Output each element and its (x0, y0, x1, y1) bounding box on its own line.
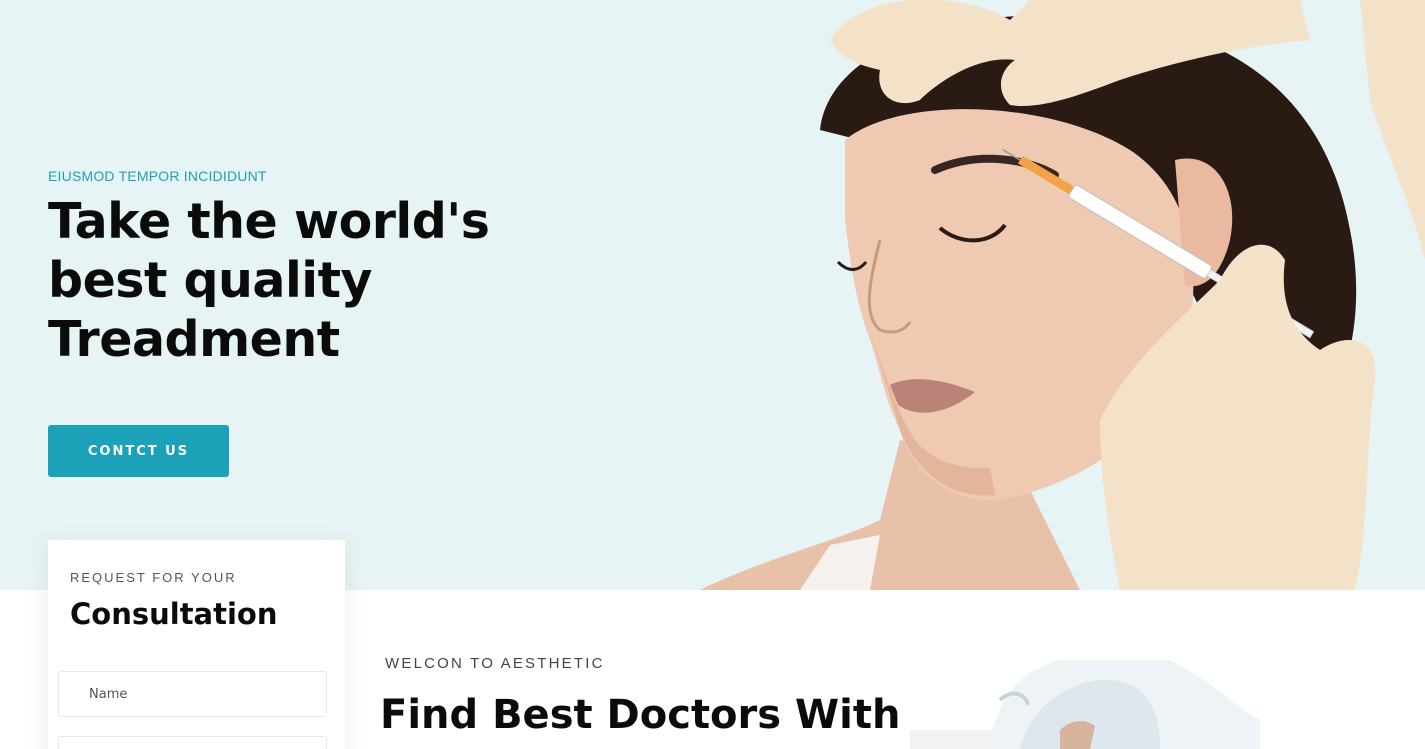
hero-eyebrow: EIUSMOD TEMPOR INCIDIDUNT (48, 168, 267, 184)
welcome-kicker: WELCON TO AESTHETIC (385, 655, 605, 672)
headline-line-1: Take the world's (48, 193, 490, 250)
hero-section: EIUSMOD TEMPOR INCIDIDUNT Take the world… (0, 0, 1425, 590)
hero-headline: Take the world's best quality Treadment (48, 192, 568, 369)
headline-line-3: Treadment (48, 311, 340, 368)
welcome-title: Find Best Doctors With (380, 692, 901, 738)
second-form-field[interactable] (58, 736, 327, 749)
doctor-photo (910, 660, 1260, 749)
consultation-title: Consultation (70, 597, 278, 631)
name-field[interactable] (58, 671, 327, 717)
consultation-form-card: REQUEST FOR YOUR Consultation (48, 540, 345, 749)
hero-text: EIUSMOD TEMPOR INCIDIDUNT Take the world… (48, 168, 568, 369)
consultation-kicker: REQUEST FOR YOUR (70, 570, 237, 585)
contact-us-button[interactable]: CONTCT US (48, 425, 229, 477)
headline-line-2: best quality (48, 252, 372, 309)
